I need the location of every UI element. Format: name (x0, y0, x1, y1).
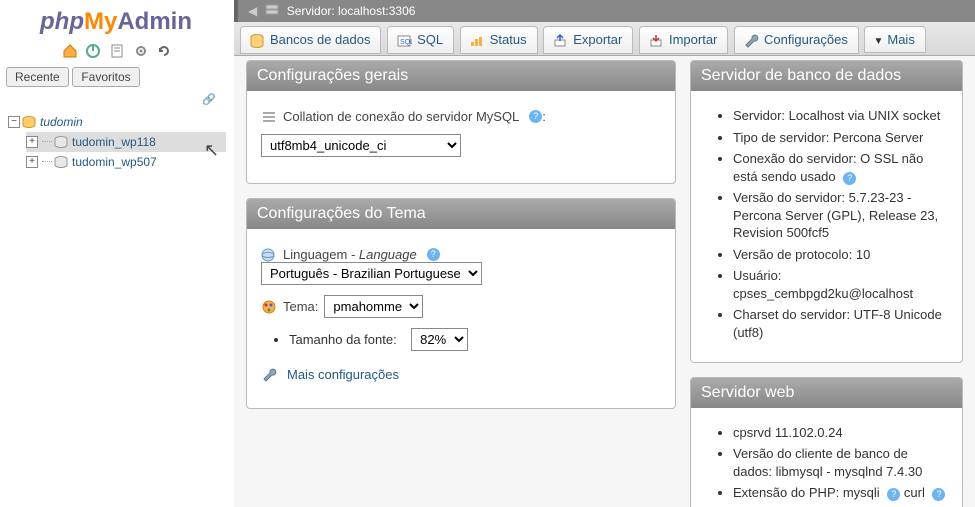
logo[interactable]: phpMyAdmin (0, 0, 234, 40)
tab-sql[interactable]: SQLSQL (387, 26, 454, 54)
favorites-tab[interactable]: Favoritos (72, 67, 139, 87)
list-item: Charset do servidor: UTF-8 Unicode (utf8… (733, 306, 948, 341)
panel-title: Servidor de banco de dados (691, 61, 962, 91)
top-tabs: Bancos de dados SQLSQL Status Exportar I… (234, 22, 975, 56)
web-server-panel: Servidor web cpsrvd 11.102.0.24 Versão do… (690, 377, 963, 507)
logout-icon[interactable] (85, 43, 101, 59)
docs-icon[interactable] (109, 43, 125, 59)
server-label[interactable]: Servidor: localhost:3306 (287, 4, 416, 18)
tree-collapse-icon[interactable]: − (8, 116, 20, 128)
breadcrumb: ◀ Servidor: localhost:3306 (234, 0, 975, 22)
list-item: Conexão do servidor: O SSL não está send… (733, 150, 948, 185)
status-icon (469, 34, 485, 48)
list-item: Servidor: Localhost via UNIX socket (733, 107, 948, 125)
help-icon[interactable]: ? (529, 110, 542, 123)
chevron-down-icon: ▼ (873, 36, 883, 47)
db-server-panel: Servidor de banco de dados Servidor: Loc… (690, 60, 963, 363)
help-icon[interactable]: ? (932, 488, 945, 501)
databases-icon (249, 34, 265, 48)
language-label: Linguagem - Language (283, 247, 417, 262)
home-icon[interactable] (62, 43, 78, 59)
panel-title: Configurações do Tema (247, 199, 675, 229)
collation-label: Collation de conexão do servidor MySQL (283, 109, 519, 124)
collation-select[interactable]: utf8mb4_unicode_ci (261, 134, 461, 157)
fontsize-label: Tamanho da fonte: (289, 332, 397, 347)
theme-settings-panel: Configurações do Tema Linguagem - Langua… (246, 198, 676, 409)
tree-root[interactable]: tudomin (40, 115, 83, 129)
tab-more[interactable]: ▼Mais (864, 26, 925, 53)
tree-expand-icon[interactable]: + (26, 156, 38, 168)
theme-label: Tema: (283, 299, 318, 314)
database-icon (54, 136, 68, 148)
list-item: Versão do cliente de banco de dados: lib… (733, 445, 948, 480)
sql-icon: SQL (396, 34, 412, 48)
tab-export[interactable]: Exportar (543, 26, 633, 54)
tree-expand-icon[interactable]: + (26, 136, 38, 148)
database-group-icon (22, 116, 36, 128)
database-icon (54, 156, 68, 168)
help-icon[interactable]: ? (843, 172, 856, 185)
more-settings-link[interactable]: Mais configurações (287, 367, 399, 382)
fontsize-select[interactable]: 82% (411, 328, 468, 351)
theme-select[interactable]: pmahomme (324, 295, 423, 318)
import-icon (648, 34, 664, 48)
tab-settings[interactable]: Configurações (734, 26, 859, 54)
collapse-nav-icon[interactable]: ◀ (248, 0, 258, 22)
tree-db-item[interactable]: tudomin_wp118 (72, 135, 156, 149)
tab-import[interactable]: Importar (639, 26, 728, 54)
list-item: Extensão do PHP: mysqli ? curl ? (733, 484, 948, 502)
help-icon[interactable]: ? (427, 248, 440, 261)
list-item: cpsrvd 11.102.0.24 (733, 424, 948, 442)
list-item: Usuário: cpses_cembpgd2ku@localhost (733, 267, 948, 302)
panel-title: Servidor web (691, 378, 962, 408)
language-icon (261, 248, 277, 262)
list-item: Versão do servidor: 5.7.23-23 - Percona … (733, 189, 948, 242)
list-item: Versão de protocolo: 10 (733, 246, 948, 264)
collation-icon (261, 110, 277, 124)
tab-databases[interactable]: Bancos de dados (240, 26, 381, 54)
wrench-icon (743, 34, 759, 48)
help-icon[interactable]: ? (887, 488, 900, 501)
link-icon[interactable]: 🔗 (202, 94, 216, 106)
export-icon (552, 34, 568, 48)
general-settings-panel: Configurações gerais Collation de conexã… (246, 60, 676, 184)
theme-icon (261, 300, 277, 314)
wrench-icon (261, 368, 277, 382)
tab-status[interactable]: Status (460, 26, 538, 54)
recent-tab[interactable]: Recente (6, 67, 69, 87)
list-item: Tipo de servidor: Percona Server (733, 129, 948, 147)
tree-db-item[interactable]: tudomin_wp507 (72, 155, 157, 169)
server-icon (265, 1, 279, 23)
gear-icon[interactable] (133, 43, 149, 59)
svg-text:SQL: SQL (400, 39, 412, 46)
reload-icon[interactable] (156, 43, 172, 59)
panel-title: Configurações gerais (247, 61, 675, 91)
language-select[interactable]: Português - Brazilian Portuguese (261, 262, 482, 285)
